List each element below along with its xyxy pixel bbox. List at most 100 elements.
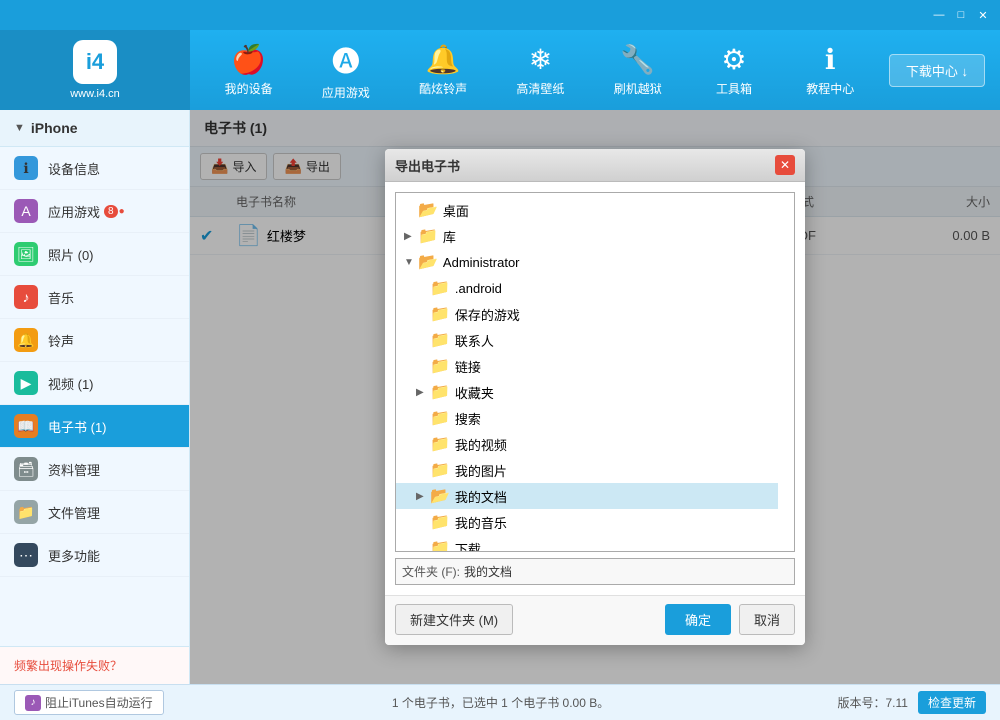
sidebar-item-file-mgmt[interactable]: 📁 文件管理: [0, 491, 189, 534]
tree-item-library[interactable]: ▶ 📁 库: [396, 223, 778, 249]
tree-item-my-pictures[interactable]: 📁 我的图片: [396, 457, 778, 483]
sidebar-icon-ebook: 📖: [14, 414, 38, 438]
tree-item-saved-games[interactable]: 📁 保存的游戏: [396, 301, 778, 327]
tree-label-administrator: Administrator: [443, 255, 520, 270]
folder-tree[interactable]: 📂 桌面 ▶ 📁 库 ▼: [395, 192, 795, 552]
tree-item-desktop-top[interactable]: 📂 桌面: [396, 197, 778, 223]
tree-arrow-library: ▶: [404, 231, 418, 242]
app-badge: 8: [104, 205, 118, 218]
tree-item-downloads[interactable]: 📁 下载: [396, 535, 778, 552]
status-left: ♪ 阻止iTunes自动运行: [14, 690, 164, 715]
download-button[interactable]: 下载中心 ↓: [889, 54, 985, 87]
nav-item-device[interactable]: 🍎 我的设备: [213, 37, 285, 103]
tree-content: 📂 桌面 ▶ 📁 库 ▼: [396, 193, 778, 552]
folder-icon-favorites: 📁: [430, 382, 450, 402]
sidebar-label-device-info: 设备信息: [48, 159, 100, 178]
sidebar-label-ringtone: 铃声: [48, 331, 74, 350]
nav-label-wallpaper: 高清壁纸: [516, 80, 564, 97]
sidebar-item-music[interactable]: ♪ 音乐: [0, 276, 189, 319]
nav-item-tutorial[interactable]: ℹ 教程中心: [794, 37, 866, 103]
nav-item-appgame[interactable]: 🅐 应用游戏: [310, 34, 382, 107]
sidebar-icon-more: ⋯: [14, 543, 38, 567]
nav-icon-jailbreak: 🔧: [620, 43, 655, 76]
folder-icon-my-music: 📁: [430, 512, 450, 532]
tree-item-android[interactable]: 📁 .android: [396, 275, 778, 301]
dialog-overlay: 导出电子书 ✕ 📂 桌面: [190, 110, 1000, 684]
sidebar-icon-music: ♪: [14, 285, 38, 309]
export-dialog: 导出电子书 ✕ 📂 桌面: [385, 149, 805, 645]
dialog-close-button[interactable]: ✕: [775, 155, 795, 175]
folder-icon-android: 📁: [430, 278, 450, 298]
tree-item-my-video[interactable]: 📁 我的视频: [396, 431, 778, 457]
device-arrow-icon: ▼: [14, 122, 25, 134]
nav-item-tools[interactable]: ⚙ 工具箱: [699, 37, 769, 103]
minimize-button[interactable]: —: [930, 7, 948, 23]
freq-fail-link[interactable]: 频繁出现操作失败？: [0, 646, 189, 684]
sidebar-item-device-info[interactable]: ℹ 设备信息: [0, 147, 189, 190]
tree-item-my-docs[interactable]: ▶ 📂 我的文档: [396, 483, 778, 509]
device-name: iPhone: [31, 120, 78, 136]
sidebar-icon-device-info: ℹ: [14, 156, 38, 180]
tree-arrow-my-docs: ▶: [416, 491, 430, 502]
sidebar-icon-video: ▶: [14, 371, 38, 395]
nav-item-jailbreak[interactable]: 🔧 刷机越狱: [602, 37, 674, 103]
sidebar-icon-photo: 🖼: [14, 242, 38, 266]
tree-item-my-music[interactable]: 📁 我的音乐: [396, 509, 778, 535]
tree-label-my-music: 我的音乐: [455, 513, 507, 532]
sidebar: ▼ iPhone ℹ 设备信息 A 应用游戏 8 ● 🖼 照片 (0) ♪ 音乐…: [0, 110, 190, 684]
cancel-button[interactable]: 取消: [739, 604, 795, 635]
nav-icon-ringtone: 🔔: [426, 43, 461, 76]
sidebar-label-file-mgmt: 文件管理: [48, 503, 100, 522]
close-button[interactable]: ✕: [974, 7, 992, 23]
tree-label-search: 搜索: [455, 409, 481, 428]
nav-item-wallpaper[interactable]: ❄ 高清壁纸: [504, 37, 576, 103]
tree-label-my-video: 我的视频: [455, 435, 507, 454]
folder-icon-desktop-top: 📂: [418, 200, 438, 220]
logo: i4 www.i4.cn: [0, 30, 190, 110]
sidebar-item-data-mgmt[interactable]: 🗃 资料管理: [0, 448, 189, 491]
sidebar-item-ebook[interactable]: 📖 电子书 (1): [0, 405, 189, 448]
tree-arrow-administrator: ▼: [404, 257, 418, 268]
folder-icon-my-pictures: 📁: [430, 460, 450, 480]
title-bar: — □ ✕: [0, 0, 1000, 30]
sidebar-item-app[interactable]: A 应用游戏 8 ●: [0, 190, 189, 233]
folder-path-label: 文件夹 (F):: [402, 563, 460, 580]
tree-item-administrator[interactable]: ▼ 📂 Administrator: [396, 249, 778, 275]
folder-icon-library: 📁: [418, 226, 438, 246]
sidebar-item-ringtone[interactable]: 🔔 铃声: [0, 319, 189, 362]
sidebar-label-more: 更多功能: [48, 546, 100, 565]
confirm-button[interactable]: 确定: [665, 604, 731, 635]
sidebar-label-app: 应用游戏: [48, 202, 100, 221]
sidebar-item-more[interactable]: ⋯ 更多功能: [0, 534, 189, 577]
new-folder-button[interactable]: 新建文件夹 (M): [395, 604, 513, 635]
nav-label-appgame: 应用游戏: [322, 84, 370, 101]
folder-icon-contacts: 📁: [430, 330, 450, 350]
sidebar-item-photo[interactable]: 🖼 照片 (0): [0, 233, 189, 276]
header: i4 www.i4.cn 🍎 我的设备 🅐 应用游戏 🔔 酷炫铃声 ❄ 高清壁纸…: [0, 30, 1000, 110]
sidebar-icon-file-mgmt: 📁: [14, 500, 38, 524]
tree-item-links[interactable]: 📁 链接: [396, 353, 778, 379]
maximize-button[interactable]: □: [952, 7, 970, 23]
nav-item-ringtone[interactable]: 🔔 酷炫铃声: [407, 37, 479, 103]
main-area: ▼ iPhone ℹ 设备信息 A 应用游戏 8 ● 🖼 照片 (0) ♪ 音乐…: [0, 110, 1000, 684]
tree-label-my-pictures: 我的图片: [455, 461, 507, 480]
status-text: 1 个电子书，已选中 1 个电子书 0.00 B。: [392, 694, 609, 711]
folder-icon-administrator: 📂: [418, 252, 438, 272]
tree-item-contacts[interactable]: 📁 联系人: [396, 327, 778, 353]
sidebar-item-video[interactable]: ▶ 视频 (1): [0, 362, 189, 405]
sidebar-icon-app: A: [14, 199, 38, 223]
nav-label-device: 我的设备: [225, 80, 273, 97]
tree-label-favorites: 收藏夹: [455, 383, 494, 402]
itunes-button[interactable]: ♪ 阻止iTunes自动运行: [14, 690, 164, 715]
tree-label-library: 库: [443, 227, 456, 246]
tree-item-search[interactable]: 📁 搜索: [396, 405, 778, 431]
folder-icon-saved-games: 📁: [430, 304, 450, 324]
folder-icon-downloads: 📁: [430, 538, 450, 552]
folder-icon-links: 📁: [430, 356, 450, 376]
nav-icon-appgame: 🅐: [332, 40, 360, 80]
check-update-button[interactable]: 检查更新: [918, 691, 986, 714]
itunes-icon: ♪: [25, 695, 41, 711]
tree-item-favorites[interactable]: ▶ 📁 收藏夹: [396, 379, 778, 405]
version-text: 版本号：7.11: [838, 694, 908, 711]
nav-label-ringtone: 酷炫铃声: [419, 80, 467, 97]
